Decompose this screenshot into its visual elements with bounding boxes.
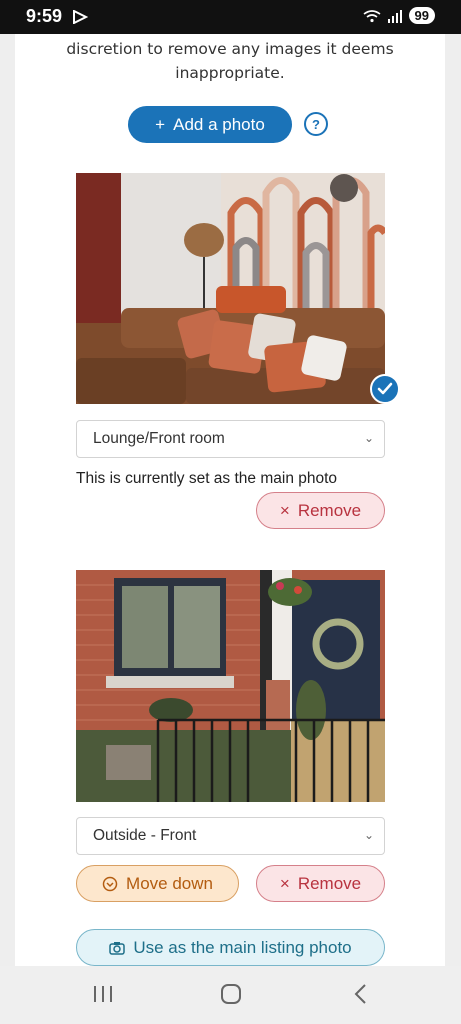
add-photo-label: Add a photo [173, 114, 265, 134]
room-select-value: Lounge/Front room [93, 430, 225, 447]
move-down-button[interactable]: Move down [76, 865, 239, 902]
main-photo-check-icon [370, 374, 400, 404]
camera-icon [109, 941, 126, 955]
chevron-down-icon: ⌄ [363, 431, 374, 445]
battery-indicator: 99 [408, 7, 435, 24]
back-icon[interactable] [353, 983, 367, 1005]
status-bar: 9:59 99 [0, 0, 461, 34]
intro-text-line2: inappropriate. [175, 64, 285, 82]
remove-button-2[interactable]: × Remove [256, 865, 385, 902]
plus-icon: + [155, 114, 166, 134]
room-select-value: Outside - Front [93, 827, 197, 844]
remove-label: Remove [297, 873, 362, 893]
signal-icon [387, 9, 402, 23]
play-icon [73, 10, 88, 24]
main-photo-note: This is currently set as the main photo [76, 470, 338, 487]
lounge-photo [76, 173, 385, 404]
close-icon: × [279, 873, 290, 893]
help-icon[interactable]: ? [304, 112, 328, 136]
recent-apps-icon[interactable] [92, 984, 114, 1004]
move-down-label: Move down [126, 873, 213, 893]
room-select-2[interactable]: Outside - Front ⌄ [76, 817, 385, 855]
intro-text-line1: discretion to remove any images it deems [66, 40, 394, 58]
add-photo-button[interactable]: + Add a photo [128, 106, 292, 143]
room-select-1[interactable]: Lounge/Front room ⌄ [76, 420, 385, 458]
status-time: 9:59 [26, 6, 63, 26]
remove-label: Remove [297, 500, 362, 520]
move-down-icon [102, 876, 118, 891]
system-navigation-bar [0, 966, 461, 1024]
chevron-down-icon: ⌄ [363, 828, 374, 842]
use-as-main-photo-button[interactable]: Use as the main listing photo [76, 929, 385, 966]
close-icon: × [279, 500, 290, 520]
use-as-main-photo-label: Use as the main listing photo [133, 937, 352, 957]
wifi-icon [363, 9, 381, 22]
status-icons: 99 [363, 7, 435, 24]
remove-button-1[interactable]: × Remove [256, 492, 385, 529]
home-icon[interactable] [220, 983, 242, 1005]
outside-front-photo [76, 570, 385, 802]
photo-manager-card: discretion to remove any images it deems… [15, 34, 445, 966]
